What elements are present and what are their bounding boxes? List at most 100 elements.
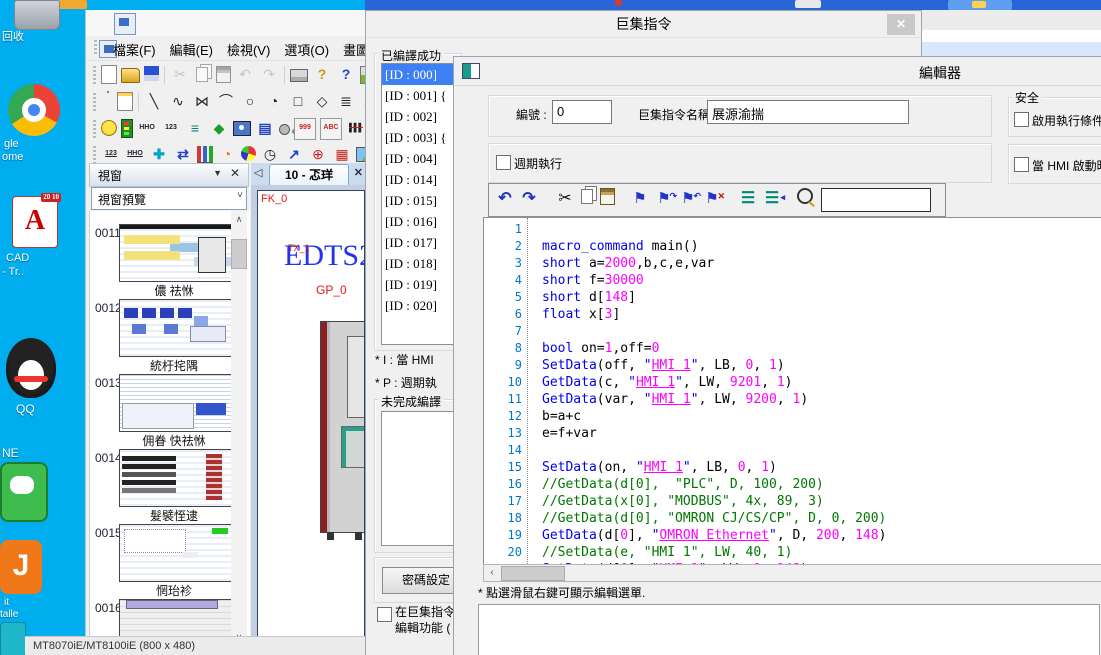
barcode-icon[interactable]: ▌▌▌: [346, 118, 366, 138]
chrome-icon[interactable]: [8, 84, 60, 136]
scale-icon[interactable]: ≣: [336, 91, 356, 111]
macro-id-item[interactable]: [ID : 014]: [382, 169, 458, 190]
macro-id-list[interactable]: [ID : 000][ID : 001] {[ID : 002][ID : 00…: [381, 63, 459, 345]
uncompiled-list[interactable]: [381, 411, 459, 546]
copy-icon[interactable]: [581, 189, 593, 204]
macro-id-item[interactable]: [ID : 019]: [382, 274, 458, 295]
new-file-icon[interactable]: [101, 65, 117, 84]
numeric-display-icon[interactable]: 999: [294, 118, 316, 140]
code-text[interactable]: macro_command main()short a=2000,b,c,e,v…: [542, 221, 1101, 565]
enable-exec-checkbox[interactable]: [1014, 112, 1029, 127]
touch-trigger-icon[interactable]: [233, 121, 251, 136]
numeric-input-icon[interactable]: 123: [161, 118, 181, 138]
function-object-icon[interactable]: ◆: [209, 118, 229, 138]
cut-icon[interactable]: ✂: [170, 64, 190, 84]
bookmark-prev-icon[interactable]: ⚑↶: [677, 188, 699, 210]
redo-icon[interactable]: ↷: [518, 188, 540, 210]
toolbar-grip[interactable]: [93, 93, 96, 111]
window-thumbnail-0013[interactable]: [119, 374, 233, 432]
toolbar-grip[interactable]: [93, 146, 96, 164]
macro-toolbar-checkbox[interactable]: [377, 607, 392, 622]
redo-icon[interactable]: ↷: [259, 64, 279, 84]
undo-icon[interactable]: ↶: [235, 64, 255, 84]
numeric-bar-icon[interactable]: 123: [101, 144, 121, 164]
select-icon[interactable]: [107, 91, 109, 93]
open-file-icon[interactable]: [121, 68, 140, 83]
macro-id-item[interactable]: [ID : 002]: [382, 106, 458, 127]
cut-icon[interactable]: ✂: [554, 188, 576, 210]
toolbar-grip[interactable]: [93, 66, 96, 84]
macro-id-item[interactable]: [ID : 018]: [382, 253, 458, 274]
transfer-icon[interactable]: ⇄: [173, 144, 193, 164]
macro-id-item[interactable]: [ID : 015]: [382, 190, 458, 211]
editor-title-bar[interactable]: 編輯器: [454, 57, 1101, 86]
j-app-icon[interactable]: J: [0, 540, 42, 594]
teal-app-icon[interactable]: [0, 622, 26, 655]
macro-id-item[interactable]: [ID : 004]: [382, 148, 458, 169]
title-bar[interactable]: [86, 10, 366, 36]
polygon-icon[interactable]: ◇: [312, 91, 332, 111]
toolbar-grip[interactable]: [94, 40, 97, 56]
outdent-icon[interactable]: ☰◂: [761, 188, 783, 210]
window-thumbnail-0015[interactable]: [119, 524, 233, 582]
bookmark-clear-icon[interactable]: ⚑✕: [701, 188, 723, 210]
indent-icon[interactable]: ☰: [737, 188, 759, 210]
arc-icon[interactable]: ⌒: [216, 91, 236, 111]
layers-icon[interactable]: ≡: [185, 118, 205, 138]
copy-icon[interactable]: [196, 67, 208, 82]
context-help-icon[interactable]: ?: [336, 64, 356, 84]
toolbar-grip[interactable]: [93, 120, 96, 138]
scroll-left-icon[interactable]: ‹: [485, 566, 499, 579]
paste-icon[interactable]: [600, 188, 615, 205]
tab-window-10[interactable]: 10 - 忑珜: [269, 164, 349, 186]
scrollbar-thumb[interactable]: [501, 566, 565, 581]
window-thumbnail-0014[interactable]: [119, 449, 233, 507]
move-object-icon[interactable]: ✚: [149, 144, 169, 164]
machine-image[interactable]: [320, 321, 365, 533]
toggle-bar-icon[interactable]: HHO: [125, 144, 145, 164]
name-input[interactable]: 展源渝揣: [707, 100, 909, 124]
clock-icon[interactable]: ◷: [260, 144, 280, 164]
scrollbar-thumb[interactable]: [231, 239, 247, 269]
bit-lamp-icon[interactable]: [101, 120, 117, 136]
rectangle-icon[interactable]: □: [288, 91, 308, 111]
line-icon[interactable]: ╲: [144, 91, 164, 111]
bar-graph-icon[interactable]: [197, 146, 213, 163]
paste-icon[interactable]: [216, 66, 231, 83]
line-icon[interactable]: [0, 462, 48, 522]
menu-e[interactable]: 編輯(E): [170, 40, 213, 59]
tab-close-icon[interactable]: ✕: [354, 166, 363, 179]
chevron-down-icon[interactable]: ˅: [237, 190, 243, 201]
find-icon[interactable]: [797, 188, 813, 204]
bookmark-next-icon[interactable]: ⚑↷: [653, 188, 675, 210]
object-properties-icon[interactable]: [117, 92, 133, 111]
window-panel-header[interactable]: 視窗 ▼ ✕: [89, 163, 249, 187]
ascii-display-icon[interactable]: ABC: [320, 118, 342, 140]
target-icon[interactable]: ⊕: [308, 144, 328, 164]
pie-icon[interactable]: ◔: [264, 91, 284, 111]
window-thumbnail-0011[interactable]: [119, 224, 233, 282]
macro-id-item[interactable]: [ID : 020]: [382, 295, 458, 316]
print-icon[interactable]: [290, 69, 308, 82]
bookmark-toggle-icon[interactable]: ⚑: [629, 188, 651, 210]
ellipse-icon[interactable]: ○: [240, 91, 260, 111]
code-hscrollbar[interactable]: ‹: [483, 564, 1101, 582]
tab-prev-icon[interactable]: ◁: [254, 166, 262, 179]
design-page[interactable]: FK_0 TX_1 EDTS24 GP_0: [257, 190, 365, 637]
note-object-icon[interactable]: ▤: [255, 118, 275, 138]
macro-id-item[interactable]: [ID : 016]: [382, 211, 458, 232]
periodic-checkbox[interactable]: [496, 155, 511, 170]
code-editor[interactable]: 123456789101112131415161718192021 macro_…: [483, 217, 1101, 565]
macro-id-item[interactable]: [ID : 017]: [382, 232, 458, 253]
panel-scrollbar[interactable]: ∧ ∨: [231, 211, 247, 645]
bezier-icon[interactable]: ∿: [168, 91, 188, 111]
find-input[interactable]: [821, 188, 931, 212]
recycle-bin-icon[interactable]: [14, 0, 60, 30]
menu-d[interactable]: 畫圖(D): [343, 40, 366, 59]
key-object-icon[interactable]: [279, 124, 290, 135]
macro-id-item[interactable]: [ID : 000]: [382, 64, 458, 85]
dialog-close-icon[interactable]: ✕: [887, 14, 915, 35]
menu-v[interactable]: 檢視(V): [227, 40, 270, 59]
menu-o[interactable]: 選項(O): [284, 40, 329, 59]
macro-id-item[interactable]: [ID : 003] {: [382, 127, 458, 148]
